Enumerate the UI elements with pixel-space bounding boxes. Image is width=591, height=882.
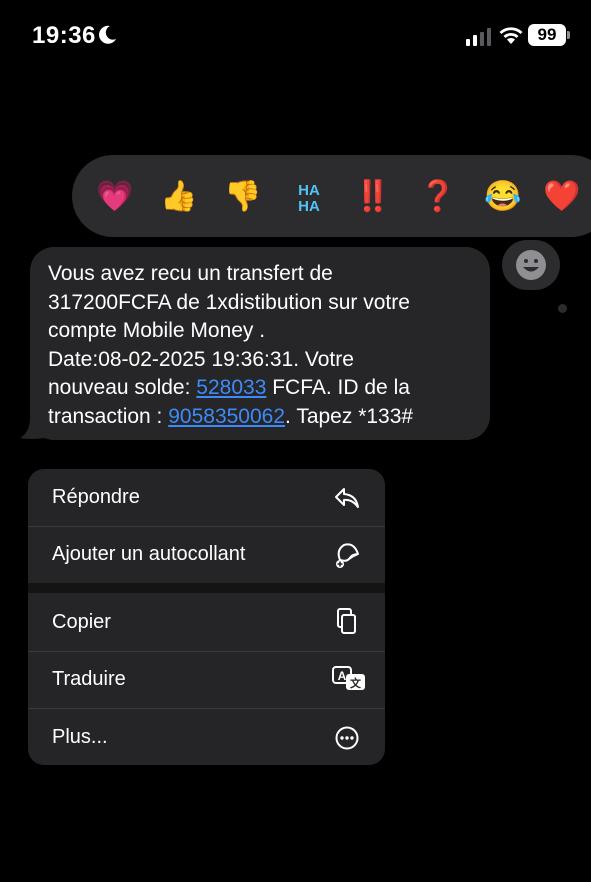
menu-item-reply[interactable]: Répondre [28, 469, 385, 525]
message-line: Date:08-02-2025 19:36:31. Votre [48, 347, 354, 371]
context-menu: Répondre Ajouter un autocollant Copier T… [28, 469, 385, 765]
message-text-span: . Tapez *133# [285, 404, 414, 428]
heart-reaction[interactable]: 💗 [95, 177, 135, 217]
haha-reaction[interactable]: HA HA [289, 177, 329, 217]
reaction-bar: 💗 👍 👎 HA HA ‼️ ❓ 😂 ❤️ [72, 155, 591, 237]
cellular-signal-icon [466, 28, 491, 46]
laughing-reaction[interactable]: 😂 [483, 177, 523, 217]
message-line: compte Mobile Money . [48, 319, 266, 342]
message-text: Vous avez recu un transfert de 317200FCF… [48, 260, 498, 431]
svg-text:HA: HA [298, 182, 320, 199]
menu-item-copy[interactable]: Copier [28, 593, 385, 649]
message-line: Vous avez recu un transfert de [48, 262, 333, 285]
more-ellipsis-icon [335, 726, 359, 750]
menu-item-translate[interactable]: Traduire A 文 [28, 652, 385, 708]
bubble-tail-dot [558, 304, 567, 313]
menu-section-separator [28, 583, 385, 593]
message-line: nouveau solde: 528033 FCFA. ID de la [48, 374, 498, 403]
wifi-icon [499, 27, 523, 44]
menu-item-more[interactable]: Plus... [28, 709, 385, 765]
svg-text:A: A [338, 669, 347, 683]
heart-red-reaction[interactable]: ❤️ [542, 177, 582, 217]
moon-icon [99, 25, 116, 44]
copy-icon [337, 608, 356, 634]
message-line: 317200FCFA de 1xdistibution sur votre [48, 290, 410, 314]
battery-nub [567, 31, 570, 39]
message-line: transaction : 9058350062. Tapez *133# [48, 403, 498, 432]
menu-label-translate: Traduire [52, 668, 126, 690]
exclamation-reaction[interactable]: ‼️ [353, 177, 393, 217]
menu-label-reply: Répondre [52, 486, 140, 508]
transaction-id-link[interactable]: 9058350062 [168, 405, 285, 428]
message-text-span: nouveau solde: [48, 376, 197, 399]
add-sticker-icon [336, 543, 359, 568]
menu-label-copy: Copier [52, 611, 111, 633]
thumbs-up-reaction[interactable]: 👍 [159, 177, 199, 217]
message-text-span: FCFA. ID de la [266, 376, 410, 399]
menu-label-sticker: Ajouter un autocollant [52, 543, 246, 565]
smiley-icon [516, 250, 546, 280]
menu-label-more: Plus... [52, 726, 108, 748]
svg-text:HA: HA [298, 198, 320, 215]
haha-icon: HA HA [298, 182, 320, 215]
balance-link[interactable]: 528033 [196, 376, 266, 399]
message-text-span: transaction : [48, 404, 169, 428]
thumbs-down-reaction[interactable]: 👎 [223, 177, 263, 217]
translate-icon: A 文 [332, 666, 365, 690]
status-time: 19:36 [32, 22, 96, 49]
status-bar: 19:36 99 [0, 0, 591, 70]
reply-arrow-icon [335, 488, 359, 508]
question-reaction[interactable]: ❓ [418, 177, 458, 217]
battery-indicator: 99 [528, 24, 566, 46]
menu-item-sticker[interactable]: Ajouter un autocollant [28, 527, 385, 583]
svg-text:文: 文 [350, 676, 362, 690]
